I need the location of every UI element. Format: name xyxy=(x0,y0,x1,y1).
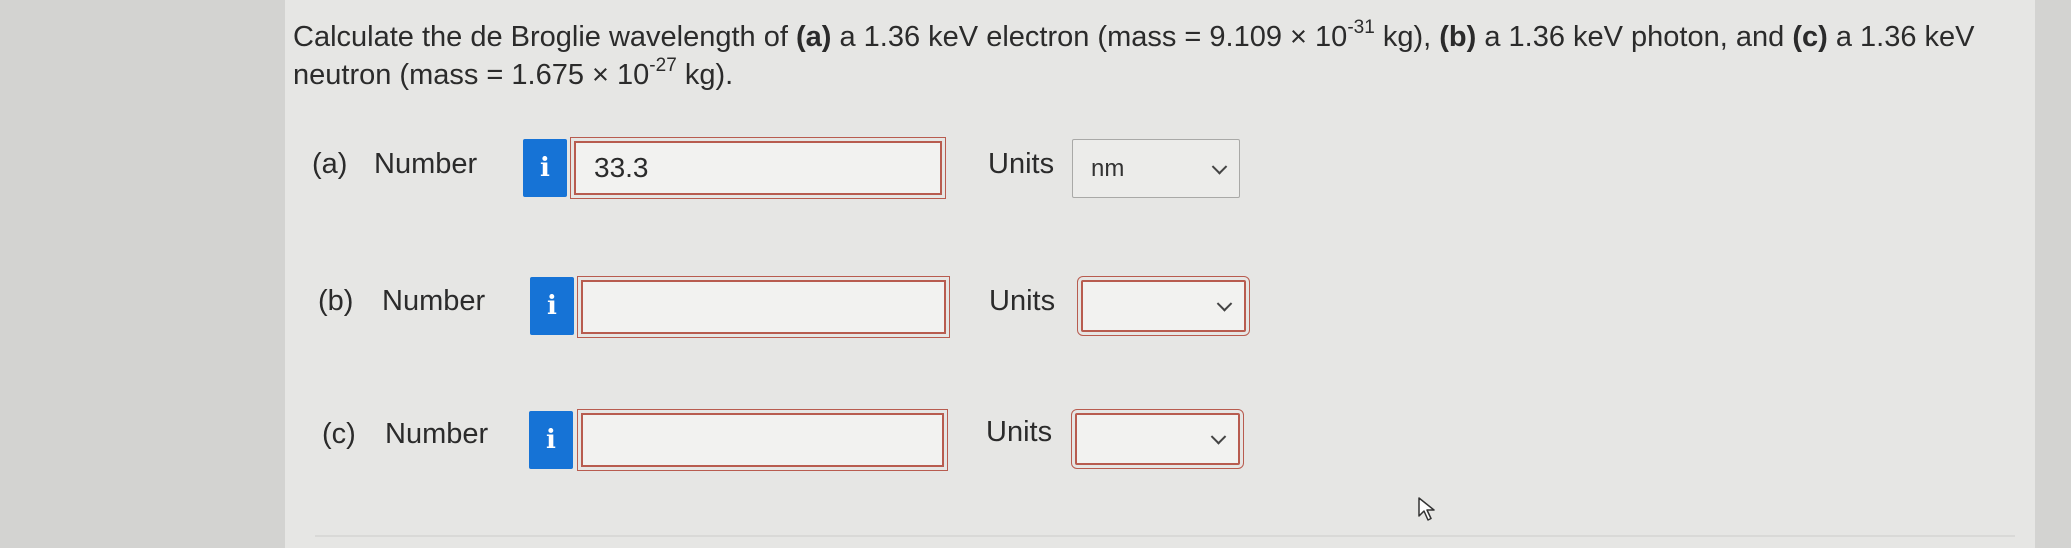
info-icon[interactable]: i xyxy=(530,277,574,335)
part-label-a: (a) xyxy=(312,148,348,180)
answer-row-c: (c) Number i Units xyxy=(0,406,2071,476)
question-text: Calculate the de Broglie wavelength of (… xyxy=(293,17,1975,91)
units-select-b[interactable] xyxy=(1077,276,1250,336)
units-select-value-a: nm xyxy=(1091,154,1125,182)
answer-row-a: (a) Number i 33.3 Units nm xyxy=(0,137,2071,208)
divider xyxy=(315,535,2015,537)
units-label-c: Units xyxy=(986,416,1053,448)
number-label-a: Number xyxy=(374,148,478,180)
number-label-b: Number xyxy=(382,285,486,317)
units-select-a[interactable]: nm xyxy=(1072,139,1240,198)
number-input-b[interactable] xyxy=(577,276,950,338)
number-input-a[interactable]: 33.3 xyxy=(570,137,946,199)
units-select-c[interactable] xyxy=(1071,409,1244,469)
chevron-down-icon xyxy=(1211,158,1228,175)
chevron-down-icon xyxy=(1216,296,1233,312)
part-label-b: (b) xyxy=(318,285,354,317)
units-label-b: Units xyxy=(989,285,1056,317)
mouse-cursor-icon xyxy=(1418,497,1435,521)
answer-row-b: (b) Number i Units xyxy=(0,273,2071,343)
number-input-c[interactable] xyxy=(577,409,948,471)
info-icon[interactable]: i xyxy=(523,139,567,197)
chevron-down-icon xyxy=(1210,429,1227,445)
part-label-c: (c) xyxy=(322,418,356,450)
number-label-c: Number xyxy=(385,418,489,450)
info-icon[interactable]: i xyxy=(529,411,573,469)
units-label-a: Units xyxy=(988,148,1055,180)
